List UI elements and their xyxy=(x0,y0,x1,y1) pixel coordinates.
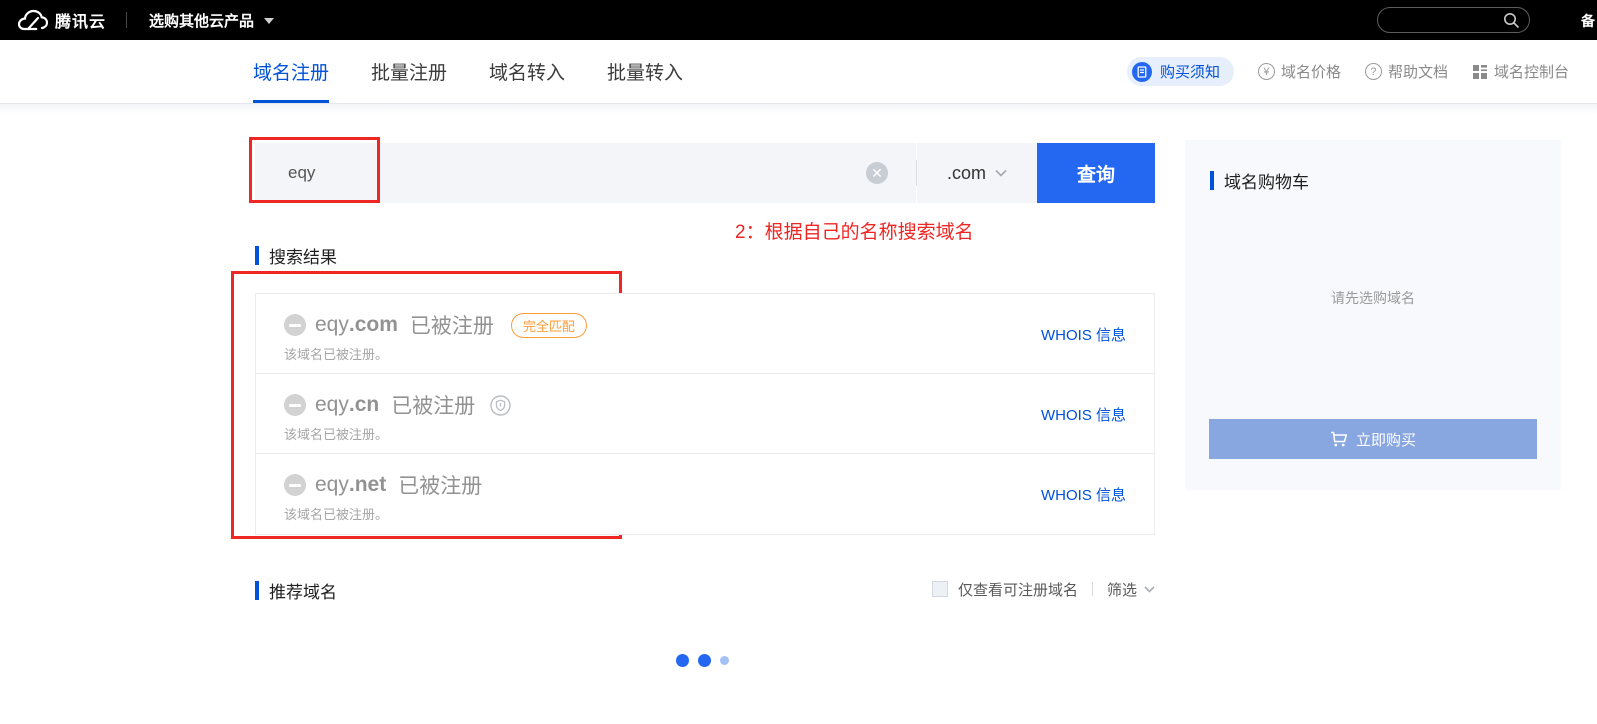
buy-notice-link[interactable]: 购买须知 xyxy=(1127,57,1234,86)
result-row-eqy-net: eqy.net 已被注册 该域名已被注册。 WHOIS 信息 xyxy=(256,454,1154,534)
buy-now-label: 立即购买 xyxy=(1356,429,1416,450)
cart-title: 域名购物车 xyxy=(1224,168,1309,193)
only-available-label[interactable]: 仅查看可注册域名 xyxy=(958,579,1078,600)
help-doc-label: 帮助文档 xyxy=(1388,61,1448,82)
other-products-label: 选购其他云产品 xyxy=(149,10,254,31)
domain-name: eqy.net xyxy=(315,473,386,497)
result-description: 该域名已被注册。 xyxy=(284,344,388,363)
domain-search-bar: eqy ✕ .com 查询 xyxy=(255,143,1155,203)
search-icon xyxy=(1503,12,1520,29)
recommend-header: 推荐域名 xyxy=(255,578,337,603)
question-icon: ? xyxy=(1365,63,1382,80)
tab-domain-register[interactable]: 域名注册 xyxy=(253,40,329,103)
tab-navigation: 域名注册 批量注册 域名转入 批量转入 购买须知 ¥ 域名价格 ? 帮 xyxy=(0,40,1597,104)
buy-notice-label: 购买须知 xyxy=(1160,61,1220,82)
chevron-down-icon xyxy=(1144,586,1155,593)
topbar-search-input[interactable] xyxy=(1377,7,1530,33)
section-accent-bar xyxy=(255,246,259,265)
topbar-beian-link[interactable]: 备 xyxy=(1581,11,1595,31)
carousel-dots xyxy=(676,654,729,667)
exact-match-badge: 完全匹配 xyxy=(511,313,587,338)
domain-status: 已被注册 xyxy=(410,310,494,340)
recommend-filter-row: 仅查看可注册域名 筛选 xyxy=(900,579,1155,599)
topbar-divider xyxy=(126,12,127,28)
annotation-step-text: 2：根据自己的名称搜索域名 xyxy=(735,217,974,244)
section-accent-bar xyxy=(255,581,259,600)
tab-domain-transfer[interactable]: 域名转入 xyxy=(489,40,565,103)
carousel-dot-active[interactable] xyxy=(698,654,711,667)
search-results-list: eqy.com 已被注册 完全匹配 该域名已被注册。 WHOIS 信息 eqy.… xyxy=(255,293,1155,535)
section-accent-bar xyxy=(1210,171,1214,190)
logo-text: 腾讯云 xyxy=(55,8,106,32)
domain-search-input[interactable]: eqy ✕ xyxy=(255,143,916,203)
domain-console-link[interactable]: 域名控制台 xyxy=(1472,61,1569,82)
tab-batch-transfer[interactable]: 批量转入 xyxy=(607,40,683,103)
notice-doc-icon xyxy=(1132,62,1152,82)
domain-name: eqy.cn xyxy=(315,393,379,417)
filter-label: 筛选 xyxy=(1107,579,1137,600)
whois-link[interactable]: WHOIS 信息 xyxy=(1041,404,1126,425)
unavailable-minus-icon xyxy=(284,394,306,416)
unavailable-minus-icon xyxy=(284,314,306,336)
domain-console-label: 域名控制台 xyxy=(1494,61,1569,82)
search-results-title: 搜索结果 xyxy=(269,243,337,268)
result-row-eqy-cn: eqy.cn 已被注册 该域名已被注册。 WHOIS 信息 xyxy=(256,374,1154,454)
unavailable-minus-icon xyxy=(284,474,306,496)
cart-header: 域名购物车 xyxy=(1210,168,1309,193)
filter-divider xyxy=(1092,582,1093,596)
result-row-eqy-com: eqy.com 已被注册 完全匹配 该域名已被注册。 WHOIS 信息 xyxy=(256,294,1154,374)
help-doc-link[interactable]: ? 帮助文档 xyxy=(1365,61,1448,82)
cloud-logo-icon xyxy=(18,9,48,31)
domain-cart-panel: 域名购物车 请先选购域名 立即购买 xyxy=(1185,140,1561,490)
yen-icon: ¥ xyxy=(1258,63,1275,80)
domain-status: 已被注册 xyxy=(391,390,475,420)
result-description: 该域名已被注册。 xyxy=(284,504,388,523)
result-description: 该域名已被注册。 xyxy=(284,424,388,443)
buy-now-button[interactable]: 立即购买 xyxy=(1209,419,1537,459)
cart-icon xyxy=(1330,431,1348,448)
tld-select[interactable]: .com xyxy=(917,143,1037,203)
recommend-title: 推荐域名 xyxy=(269,578,337,603)
grid-icon xyxy=(1472,64,1488,80)
domain-price-link[interactable]: ¥ 域名价格 xyxy=(1258,61,1341,82)
shield-info-icon xyxy=(490,395,511,416)
whois-link[interactable]: WHOIS 信息 xyxy=(1041,324,1126,345)
other-products-menu[interactable]: 选购其他云产品 xyxy=(149,10,274,31)
domain-price-label: 域名价格 xyxy=(1281,61,1341,82)
search-results-header: 搜索结果 xyxy=(255,243,337,268)
carousel-dot-inactive[interactable] xyxy=(720,656,729,665)
whois-link[interactable]: WHOIS 信息 xyxy=(1041,484,1126,505)
domain-status: 已被注册 xyxy=(398,470,482,500)
query-button[interactable]: 查询 xyxy=(1037,143,1155,203)
page: 腾讯云 选购其他云产品 备 域名注册 批量注册 域名转入 批量转入 xyxy=(0,0,1597,724)
tencent-cloud-logo[interactable]: 腾讯云 xyxy=(18,8,106,32)
tabrow-shadow xyxy=(0,104,1597,114)
cart-empty-text: 请先选购域名 xyxy=(1185,288,1561,308)
filter-select[interactable]: 筛选 xyxy=(1107,579,1155,600)
tld-selected-value: .com xyxy=(947,163,986,184)
clear-input-icon[interactable]: ✕ xyxy=(866,162,888,184)
only-available-checkbox[interactable] xyxy=(932,581,948,597)
topbar: 腾讯云 选购其他云产品 备 xyxy=(0,0,1597,40)
tab-batch-register[interactable]: 批量注册 xyxy=(371,40,447,103)
chevron-down-icon xyxy=(995,169,1007,177)
caret-down-icon xyxy=(264,18,274,24)
search-input-value: eqy xyxy=(288,163,866,183)
carousel-dot-active[interactable] xyxy=(676,654,689,667)
domain-name: eqy.com xyxy=(315,313,398,337)
